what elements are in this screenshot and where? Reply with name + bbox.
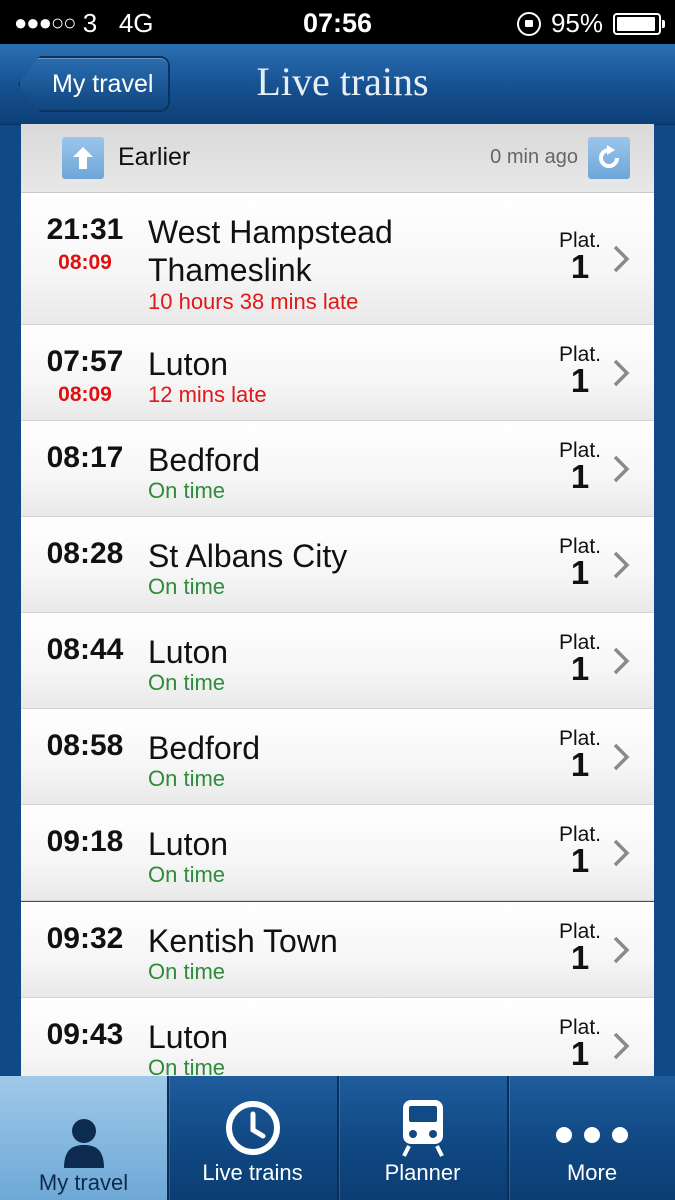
train-row[interactable]: 09:32 Kentish Town On time Plat. 1 — [21, 901, 654, 998]
status-right: 95% — [516, 8, 665, 39]
status-text: On time — [148, 478, 226, 503]
chevron-right-icon — [613, 936, 630, 963]
more-dots-icon — [556, 1127, 628, 1143]
chevron-right-icon — [613, 245, 630, 272]
chevron-right-icon — [613, 551, 630, 578]
destination: West Hampstead Thameslink — [148, 214, 393, 288]
departure-time: 09:18 — [46, 825, 124, 858]
tab-my-travel[interactable]: My travel — [0, 1076, 167, 1200]
earlier-label[interactable]: Earlier — [118, 143, 190, 172]
destination: Luton — [148, 634, 229, 670]
status-bar: ●●●○○ 3 4G 07:56 95% — [0, 0, 675, 44]
train-row[interactable]: 07:57 08:09 Luton 12 mins late Plat. 1 — [21, 325, 654, 421]
platform-number: 1 — [570, 457, 590, 495]
page-title: Live trains — [256, 59, 429, 104]
chevron-right-icon — [613, 839, 630, 866]
battery-percent: 95% — [550, 8, 603, 38]
departure-time: 21:31 — [46, 213, 124, 246]
destination: Luton — [148, 826, 229, 862]
refresh-button[interactable] — [588, 137, 630, 179]
train-row[interactable]: 08:58 Bedford On time Plat. 1 — [21, 709, 654, 805]
expected-time: 08:09 — [58, 251, 112, 274]
platform-number: 1 — [570, 938, 590, 976]
platform-number: 1 — [570, 361, 590, 399]
platform-number: 1 — [570, 649, 590, 687]
platform-number: 1 — [570, 841, 590, 879]
clock-icon — [225, 1101, 280, 1155]
train-row[interactable]: 09:18 Luton On time Plat. 1 — [21, 805, 654, 901]
destination: Bedford — [148, 730, 261, 766]
person-icon — [63, 1119, 104, 1168]
updated-time: 0 min ago — [490, 146, 578, 168]
chevron-right-icon — [613, 455, 630, 482]
departure-time: 08:44 — [46, 633, 124, 666]
chevron-right-icon — [613, 647, 630, 674]
train-list[interactable]: Earlier 0 min ago 21:31 08:09 West Hampste… — [21, 124, 654, 1104]
train-row[interactable]: 21:31 08:09 West Hampstead Thameslink 10 ho… — [21, 193, 654, 325]
train-row[interactable]: 08:44 Luton On time Plat. 1 — [21, 613, 654, 709]
platform-number: 1 — [570, 745, 590, 783]
status-text: On time — [148, 670, 226, 695]
platform-number: 1 — [570, 553, 590, 591]
departure-time: 08:58 — [46, 729, 124, 762]
tab-bar: My travel Live trains Planner More — [0, 1076, 675, 1200]
status-text: On time — [148, 862, 226, 887]
battery-icon — [613, 12, 665, 35]
tab-label: More — [566, 1160, 618, 1185]
earlier-row[interactable]: Earlier 0 min ago — [21, 124, 654, 193]
tab-more[interactable]: More — [509, 1076, 675, 1200]
train-icon — [401, 1100, 444, 1157]
destination: St Albans City — [148, 538, 348, 574]
destination: Luton — [148, 1019, 229, 1055]
earlier-button[interactable] — [62, 137, 104, 179]
status-text: 12 mins late — [148, 382, 267, 407]
status-text: On time — [148, 766, 226, 791]
tab-label: My travel — [38, 1170, 129, 1195]
train-row[interactable]: 08:17 Bedford On time Plat. 1 — [21, 421, 654, 517]
platform-number: 1 — [570, 1034, 590, 1072]
status-text: On time — [148, 959, 226, 984]
tab-label: Planner — [384, 1160, 461, 1185]
status-text: On time — [148, 574, 226, 599]
train-row[interactable]: 08:28 St Albans City On time Plat. 1 — [21, 517, 654, 613]
tab-planner[interactable]: Planner — [339, 1076, 506, 1200]
departure-time: 08:17 — [46, 441, 124, 474]
status-text: 10 hours 38 mins late — [148, 289, 359, 314]
destination: Luton — [148, 346, 229, 382]
chevron-right-icon — [613, 359, 630, 386]
departure-time: 09:32 — [46, 922, 124, 955]
departure-time: 09:43 — [46, 1018, 124, 1051]
platform-number: 1 — [570, 247, 590, 285]
expected-time: 08:09 — [58, 383, 112, 406]
tab-label: Live trains — [202, 1160, 303, 1185]
navigation-bar: My travel Live trains — [0, 44, 675, 125]
chevron-right-icon — [613, 743, 630, 770]
chevron-right-icon — [613, 1032, 630, 1059]
rotation-lock-icon — [516, 11, 541, 36]
departure-time: 07:57 — [46, 345, 124, 378]
destination: Bedford — [148, 442, 261, 478]
tab-live-trains[interactable]: Live trains — [169, 1076, 336, 1200]
up-arrow-icon — [73, 147, 93, 169]
refresh-icon — [599, 145, 619, 168]
departure-time: 08:28 — [46, 537, 124, 570]
destination: Kentish Town — [148, 923, 338, 959]
